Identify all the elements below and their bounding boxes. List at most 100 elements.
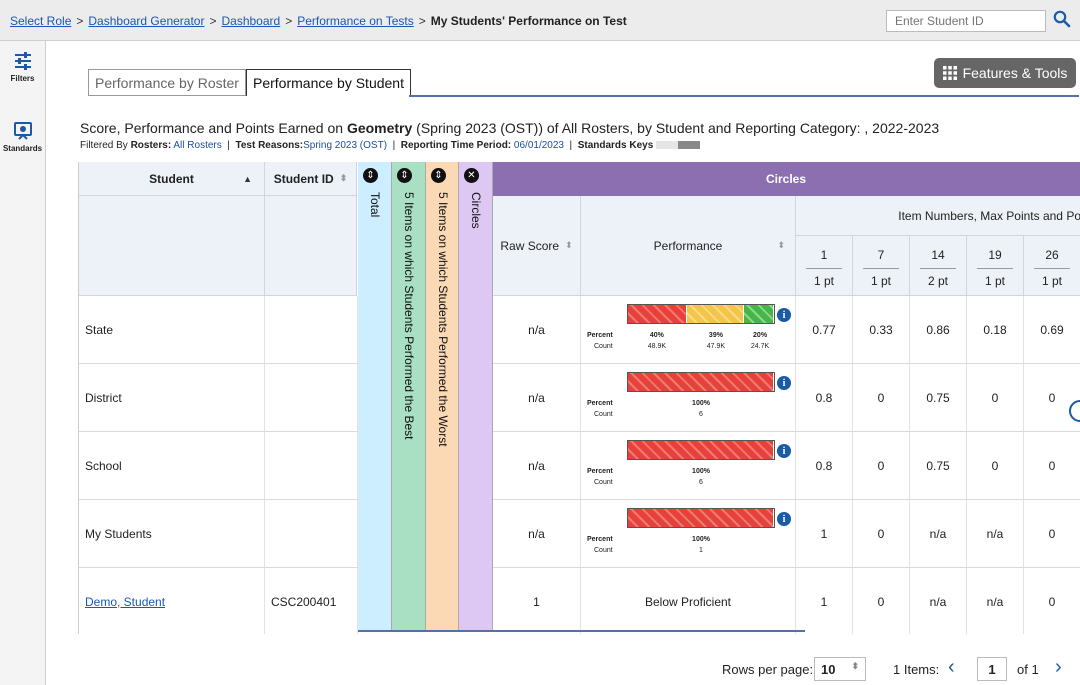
item-header-19[interactable]: 19 1 pt [967, 236, 1024, 296]
breadcrumb-separator: > [209, 14, 217, 28]
next-page-icon[interactable]: › [1055, 656, 1062, 679]
tab-performance-by-student[interactable]: Performance by Student [246, 69, 411, 96]
performance-value: 39% 47.9K [696, 330, 736, 352]
total-column[interactable]: ⇕ Total [358, 162, 392, 632]
count-value: 47.9K [706, 343, 726, 350]
group-name: District [85, 390, 122, 405]
performance-segment-red [628, 305, 687, 323]
raw-score-value: n/a [528, 458, 545, 473]
search-button[interactable] [1048, 6, 1076, 32]
item-score-value: 0 [877, 390, 885, 405]
item-score-cell: 0.18 [967, 296, 1024, 364]
standards-label: Standards [2, 144, 43, 153]
left-rail: Filters Standards [0, 41, 46, 685]
results-table: Student ▲ Student ID ⬍ ⇕ Total ⇕ 5 Items … [78, 162, 1080, 634]
expand-icon[interactable]: ⇕ [397, 168, 412, 183]
best-items-column[interactable]: ⇕ 5 Items on which Students Performed th… [392, 162, 426, 632]
count-label: Count [594, 411, 613, 418]
expand-icon[interactable]: ⇕ [363, 168, 378, 183]
item-score-value: n/a [929, 526, 947, 541]
item-header-14[interactable]: 14 2 pt [910, 236, 967, 296]
item-points: 1 pt [1041, 274, 1062, 288]
page-number-value: 1 [988, 661, 996, 677]
info-icon[interactable]: i [777, 376, 791, 390]
breadcrumb-current: My Students' Performance on Test [430, 14, 627, 28]
student-name-cell: Demo, Student [79, 568, 265, 634]
breadcrumb-dashboard-generator[interactable]: Dashboard Generator [88, 14, 204, 28]
filters-button[interactable]: Filters [0, 51, 45, 101]
performance-segment-red [628, 441, 774, 459]
student-id-column-header[interactable]: Student ID ⬍ [265, 162, 357, 196]
performance-header[interactable]: Performance ⬍ [581, 196, 796, 296]
raw-score-value: 1 [533, 594, 540, 609]
performance-bar[interactable] [627, 372, 775, 392]
group-name: My Students [85, 526, 152, 541]
item-score-value: 0 [1048, 390, 1056, 405]
student-link[interactable]: Demo, Student [85, 595, 165, 609]
item-numbers-label: Item Numbers, Max Points and Po [898, 208, 1080, 223]
info-icon[interactable]: i [777, 308, 791, 322]
features-tools-button[interactable]: Features & Tools [934, 58, 1076, 88]
performance-bar[interactable] [627, 440, 775, 460]
performance-segment-red [628, 509, 774, 527]
count-value: 6 [699, 411, 703, 418]
item-score-cell: 0.69 [1024, 296, 1080, 364]
items-count: 1 Items: [893, 662, 940, 677]
item-score-value: n/a [929, 594, 947, 609]
circles-column[interactable]: ✕ Circles [459, 162, 493, 632]
item-score-value: 0.18 [983, 322, 1007, 337]
item-score-value: 0.69 [1040, 322, 1064, 337]
performance-legend-labels: Percent Count [587, 466, 613, 488]
tab-performance-by-roster[interactable]: Performance by Roster [88, 69, 246, 96]
item-score-cell: 0.33 [853, 296, 910, 364]
sort-icon: ▲ [243, 173, 252, 184]
item-points: 1 pt [984, 274, 1005, 288]
filters-label: Filters [10, 74, 35, 83]
prev-page-icon[interactable]: ‹ [948, 656, 955, 679]
item-header-1[interactable]: 1 1 pt [796, 236, 853, 296]
percent-label: Percent [587, 468, 613, 475]
item-score-cell: 1 [796, 568, 853, 634]
item-score-value: 1 [820, 594, 828, 609]
student-id-cell [265, 364, 358, 432]
item-header-26[interactable]: 26 1 pt [1024, 236, 1080, 296]
page-number-input[interactable]: 1 [977, 657, 1007, 681]
item-points: 1 pt [870, 274, 891, 288]
item-score-cell: 0 [967, 364, 1024, 432]
item-score-cell: 0 [1024, 568, 1080, 634]
expand-icon[interactable]: ⇕ [431, 168, 446, 183]
item-score-value: 0.86 [926, 322, 950, 337]
performance-bar[interactable] [627, 508, 775, 528]
info-icon[interactable]: i [777, 444, 791, 458]
breadcrumb-separator: > [418, 14, 426, 28]
horizontal-scroll-indicator[interactable] [358, 630, 805, 632]
percent-value: 40% [649, 332, 664, 339]
item-score-cell: 0.8 [796, 364, 853, 432]
student-id-search-input[interactable] [886, 10, 1046, 32]
raw-score-cell: n/a [493, 364, 581, 432]
student-id-cell [265, 296, 358, 364]
item-score-value: 0 [991, 390, 999, 405]
percent-value: 39% [708, 332, 723, 339]
rows-per-page-value: 10 [821, 661, 836, 677]
performance-legend-labels: Percent Count [587, 398, 613, 420]
item-score-cell: 0 [1024, 500, 1080, 568]
student-column-header[interactable]: Student ▲ [79, 162, 265, 196]
breadcrumb-performance-on-tests[interactable]: Performance on Tests [297, 14, 414, 28]
collapse-icon[interactable]: ✕ [464, 168, 479, 183]
info-icon[interactable]: i [777, 512, 791, 526]
standards-keys-toggle[interactable] [656, 141, 701, 150]
worst-items-column[interactable]: ⇕ 5 Items on which Students Performed th… [426, 162, 459, 632]
breadcrumb-dashboard[interactable]: Dashboard [221, 14, 280, 28]
rows-per-page-select[interactable]: 10 ⬍ [814, 657, 866, 681]
circles-column-label: Circles [469, 192, 483, 229]
performance-cell: Below Proficient [581, 568, 796, 634]
standards-button[interactable]: Standards [0, 121, 45, 171]
raw-score-header[interactable]: Raw Score ⬍ [493, 196, 581, 296]
performance-bar[interactable] [627, 304, 775, 324]
raw-score-value: n/a [528, 526, 545, 541]
item-number: 7 [863, 248, 899, 269]
item-header-7[interactable]: 7 1 pt [853, 236, 910, 296]
item-score-value: 0.75 [926, 458, 950, 473]
breadcrumb-select-role[interactable]: Select Role [10, 14, 71, 28]
